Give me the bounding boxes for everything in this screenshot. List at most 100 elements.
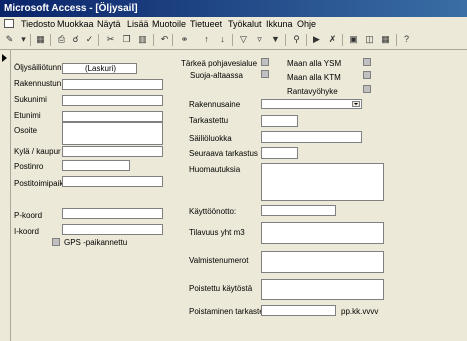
- delete-record-icon[interactable]: ✗: [326, 33, 339, 46]
- seuraava-tarkastus-label: Seuraava tarkastus: [189, 149, 258, 158]
- cut-icon[interactable]: ✂: [104, 33, 117, 46]
- i-koord-label: I-koord: [14, 227, 39, 236]
- menu-item-lisaa[interactable]: Lisää: [127, 17, 149, 31]
- sort-ascending-icon[interactable]: ↑: [200, 33, 213, 46]
- properties-icon[interactable]: ▣: [347, 33, 360, 46]
- poistettu-kaytosta-label: Poistettu käytöstä: [189, 284, 253, 293]
- menu-item-ohje[interactable]: Ohje: [297, 17, 316, 31]
- rantavyohyke-label: Rantavyöhyke: [287, 87, 338, 96]
- postinro-field[interactable]: [62, 160, 130, 171]
- menu-item-nayta[interactable]: Näytä: [97, 17, 121, 31]
- valmistenumero-field[interactable]: [261, 251, 384, 273]
- undo-icon[interactable]: ↶: [158, 33, 171, 46]
- kayttoonotto-label: Käyttöönotto:: [189, 207, 237, 216]
- maan-alla-ktm-checkbox[interactable]: [363, 71, 371, 79]
- kayttoonotto-field[interactable]: [261, 205, 336, 216]
- menu-item-muokkaa[interactable]: Muokkaa: [57, 17, 94, 31]
- tilavuus-field[interactable]: [261, 222, 384, 244]
- rakennusaine-label: Rakennusaine: [189, 100, 241, 109]
- window-title: Microsoft Access - [Öljysail]: [4, 3, 138, 14]
- tilavuus-label: Tilavuus yht m3: [189, 228, 245, 237]
- new-object-icon[interactable]: ▦: [379, 33, 392, 46]
- menu-item-muotoile[interactable]: Muotoile: [152, 17, 186, 31]
- poistettu-kaytosta-field[interactable]: [261, 279, 384, 300]
- sailioluokka-label: Säiliöluokka: [189, 134, 232, 143]
- toolbar-separator: [172, 34, 173, 46]
- maan-alla-ktm-label: Maan alla KTM: [287, 73, 341, 82]
- tarkea-pohjavesialue-label: Tärkeä pohjavesialue: [181, 59, 258, 68]
- gps-label: GPS -paikannettu: [64, 238, 128, 247]
- spelling-icon[interactable]: ✓: [83, 33, 96, 46]
- rakennustunnus-label: Rakennustun: [14, 79, 62, 88]
- date-format-hint: pp.kk.vvvv: [341, 307, 379, 316]
- paste-icon[interactable]: ▥: [136, 33, 149, 46]
- form-detail: [0, 50, 467, 341]
- help-icon[interactable]: ?: [400, 33, 413, 46]
- toolbar-separator: [285, 34, 286, 46]
- tarkea-pohjavesialue-checkbox[interactable]: [261, 58, 269, 66]
- save-icon[interactable]: ▦: [34, 33, 47, 46]
- form-icon[interactable]: [4, 19, 14, 28]
- toolbar-separator: [232, 34, 233, 46]
- print-icon[interactable]: ⎙: [55, 33, 68, 46]
- toolbar-separator: [342, 34, 343, 46]
- maan-alla-ysm-label: Maan alla YSM: [287, 59, 342, 68]
- osoite-field[interactable]: [62, 122, 163, 145]
- seuraava-tarkastus-field[interactable]: [261, 147, 298, 159]
- postitoimipaikka-field[interactable]: [62, 176, 163, 187]
- toolbar-separator: [30, 34, 31, 46]
- apply-filter-icon[interactable]: ▼: [269, 33, 282, 46]
- toolbar-separator: [306, 34, 307, 46]
- sailioluokka-field[interactable]: [261, 131, 362, 143]
- design-view-icon[interactable]: ✎: [3, 33, 16, 46]
- filter-by-form-icon[interactable]: ▿: [253, 33, 266, 46]
- print-preview-icon[interactable]: ☌: [69, 33, 82, 46]
- huomautuksia-field[interactable]: [261, 163, 384, 201]
- osoite-label: Osoite: [14, 126, 38, 135]
- rakennusaine-select[interactable]: [261, 99, 362, 109]
- current-record-icon: [2, 54, 7, 62]
- rakennustunnus-field[interactable]: [62, 79, 163, 90]
- hyperlink-icon[interactable]: ⚭: [178, 33, 191, 46]
- kyla-kaupunki-label: Kylä / kaupur: [14, 147, 61, 156]
- new-record-icon[interactable]: ▶: [310, 33, 323, 46]
- oljysailtunnus-field[interactable]: (Laskuri): [62, 63, 137, 74]
- copy-icon[interactable]: ❐: [120, 33, 133, 46]
- suoja-altaassa-checkbox[interactable]: [261, 70, 269, 78]
- p-koord-field[interactable]: [62, 208, 163, 219]
- chevron-down-icon[interactable]: [352, 101, 360, 107]
- maan-alla-ysm-checkbox[interactable]: [363, 58, 371, 66]
- menu-item-ikkuna[interactable]: Ikkuna: [266, 17, 293, 31]
- chevron-down-icon[interactable]: ▾: [17, 33, 30, 46]
- tarkastettu-label: Tarkastettu: [189, 116, 229, 125]
- poistaminen-tarkastettu-field[interactable]: [261, 305, 336, 316]
- menu-item-tietueet[interactable]: Tietueet: [190, 17, 222, 31]
- find-icon[interactable]: ⚲: [290, 33, 303, 46]
- postitoimipaikka-label: Postitoimipaik: [14, 179, 64, 188]
- record-selector[interactable]: [0, 50, 11, 341]
- toolbar-separator: [153, 34, 154, 46]
- sukunimi-field[interactable]: [62, 95, 163, 106]
- postinro-label: Postinro: [14, 162, 44, 171]
- toolbar-separator: [396, 34, 397, 46]
- p-koord-label: P-koord: [14, 211, 43, 220]
- filter-by-selection-icon[interactable]: ▽: [237, 33, 250, 46]
- toolbar-separator: [50, 34, 51, 46]
- menu-bar: Tiedosto Muokkaa Näytä Lisää Muotoile Ti…: [0, 17, 467, 31]
- etunimi-field[interactable]: [62, 111, 163, 122]
- toolbar-separator: [98, 34, 99, 46]
- database-window-icon[interactable]: ◫: [363, 33, 376, 46]
- valmistenumero-label: Valmistenumerot: [189, 256, 249, 265]
- kyla-kaupunki-field[interactable]: [62, 146, 163, 157]
- rantavyohyke-checkbox[interactable]: [363, 85, 371, 93]
- menu-item-tyokalut[interactable]: Työkalut: [228, 17, 262, 31]
- sukunimi-label: Sukunimi: [14, 95, 47, 104]
- title-bar: Microsoft Access - [Öljysail]: [0, 0, 467, 17]
- suoja-altaassa-label: Suoja-altaassa: [190, 71, 243, 80]
- tarkastettu-field[interactable]: [261, 115, 298, 127]
- sort-descending-icon[interactable]: ↓: [216, 33, 229, 46]
- huomautuksia-label: Huomautuksia: [189, 165, 241, 174]
- gps-checkbox[interactable]: [52, 238, 60, 246]
- i-koord-field[interactable]: [62, 224, 163, 235]
- menu-item-tiedosto[interactable]: Tiedosto: [21, 17, 55, 31]
